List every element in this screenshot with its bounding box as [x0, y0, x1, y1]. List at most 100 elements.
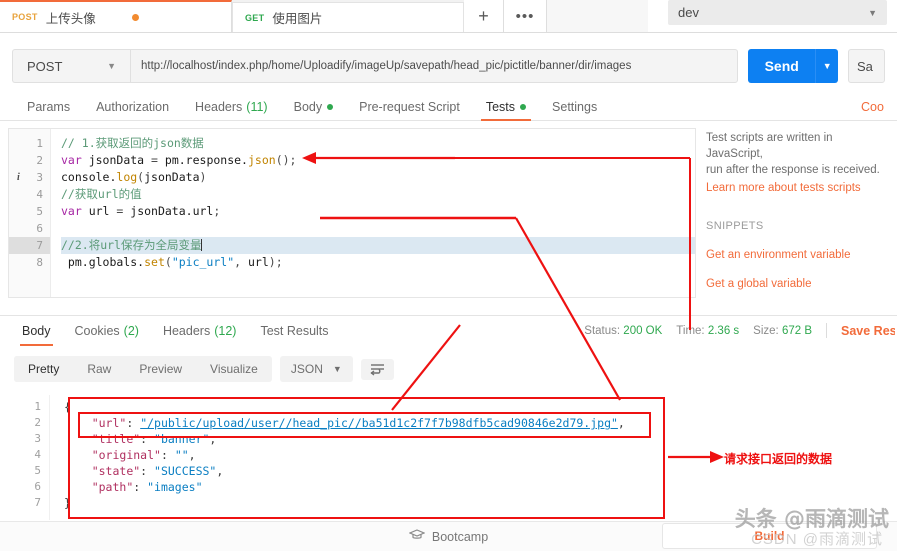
response-json-line: "title": "banner",: [91, 432, 217, 446]
editor-line-number: 5: [36, 205, 43, 218]
status-label-text: Status:: [584, 324, 621, 337]
editor-code-line: var url = jsonData.url;: [61, 204, 221, 218]
tests-code-editor[interactable]: 1 2 i3 4 5 6 7 8 // 1.获取返回的json数据 var jsonData =…: [8, 128, 696, 298]
editor-line-number: 1: [36, 137, 43, 150]
tab-label: Body: [293, 100, 323, 114]
time-label-text: Time:: [676, 324, 705, 337]
new-tab-icon[interactable]: +: [464, 0, 504, 32]
request-section-tabs: Params Authorization Headers (11) Body Pr…: [0, 94, 897, 121]
response-line-number: 6: [34, 480, 41, 493]
response-json-line: "path": "images": [91, 480, 203, 494]
editor-line-number: 6: [36, 222, 43, 235]
response-tab-body[interactable]: Body: [10, 316, 63, 346]
tab-authorization[interactable]: Authorization: [83, 94, 182, 120]
time-value: 2.36 s: [707, 324, 740, 337]
request-tab-use-image[interactable]: GET 使用图片: [232, 2, 464, 32]
view-mode-pretty[interactable]: Pretty: [14, 356, 74, 382]
view-mode-visualize[interactable]: Visualize: [196, 356, 272, 382]
tab-label: Headers: [162, 323, 211, 338]
snippet-get-environment-variable[interactable]: Get an environment variable: [706, 247, 891, 263]
tab-label: Pre-request Script: [359, 100, 460, 114]
tab-pre-request-script[interactable]: Pre-request Script: [346, 94, 473, 120]
tests-indicator-dot-icon: [520, 104, 527, 110]
response-tab-headers[interactable]: Headers (12): [151, 316, 248, 346]
chevron-down-icon: ▼: [868, 7, 877, 18]
editor-code-line: var jsonData = pm.response.json();: [61, 153, 297, 167]
url-bar: POST ▼ http://localhost/index.php/home/U…: [0, 40, 897, 92]
tab-label: Headers: [195, 100, 243, 114]
save-response-button[interactable]: Save Res: [841, 324, 895, 338]
environment-bar: dev ▼: [648, 0, 897, 33]
response-line-number: 2: [34, 416, 41, 429]
time-label: Time: 2.36 s: [676, 325, 739, 337]
http-method-select[interactable]: POST ▼: [12, 49, 130, 83]
tab-label: Params: [27, 100, 71, 114]
editor-line-number: 2: [36, 154, 43, 167]
learn-more-link[interactable]: Learn more about tests scripts: [706, 180, 891, 196]
tab-title: 上传头像: [45, 11, 96, 26]
response-line-number: 5: [34, 464, 41, 477]
editor-line-numbers: 1 2 i3 4 5 6 7 8: [9, 129, 51, 297]
url-input[interactable]: http://localhost/index.php/home/Uploadif…: [130, 49, 738, 83]
request-tab-strip: POST 上传头像 GET 使用图片 + •••: [0, 0, 648, 33]
editor-line-number: 4: [36, 188, 43, 201]
view-mode-raw[interactable]: Raw: [73, 356, 125, 382]
editor-line-number: i3: [17, 171, 43, 184]
response-line-number: 3: [34, 432, 41, 445]
response-line-number: 1: [34, 400, 41, 413]
response-line-number: 7: [34, 496, 41, 509]
view-mode-preview[interactable]: Preview: [125, 356, 196, 382]
text-caret: [201, 239, 203, 251]
tab-headers[interactable]: Headers (11): [182, 94, 281, 120]
chevron-down-icon: ▼: [107, 61, 116, 71]
request-tab-upload-avatar[interactable]: POST 上传头像: [0, 0, 232, 32]
headers-count: (11): [246, 100, 268, 114]
graduation-cap-icon: [408, 529, 426, 544]
tab-settings[interactable]: Settings: [539, 94, 610, 120]
tab-method-get: GET: [245, 12, 265, 23]
unsaved-dot-icon: [131, 13, 139, 21]
tab-params[interactable]: Params: [14, 94, 83, 120]
response-json-line: {: [64, 400, 71, 414]
annotation-callout-text: 请求接口返回的数据: [724, 452, 833, 466]
editor-code-area[interactable]: // 1.获取返回的json数据 var jsonData = pm.respon…: [51, 129, 695, 297]
response-meta: Status: 200 OK Time: 2.36 s Size: 672 B …: [584, 323, 897, 338]
snippets-description-line2: run after the response is received.: [706, 164, 880, 176]
size-label-text: Size:: [753, 324, 779, 337]
send-options-chevron-icon[interactable]: ▼: [815, 49, 838, 83]
response-tab-test-results[interactable]: Test Results: [248, 316, 340, 346]
environment-selector[interactable]: dev ▼: [668, 0, 887, 25]
response-url-link[interactable]: "/public/upload/user//head_pic//ba51d1c2…: [140, 416, 618, 430]
response-mode-group: Pretty Raw Preview Visualize: [14, 356, 272, 382]
response-tab-cookies[interactable]: Cookies (2): [63, 316, 151, 346]
save-button[interactable]: Sa: [847, 49, 885, 83]
bootcamp-button[interactable]: Bootcamp: [408, 529, 489, 544]
environment-name: dev: [678, 5, 699, 20]
response-json-line: "url": "/public/upload/user//head_pic//b…: [91, 416, 625, 430]
response-line-numbers: 1 2 3 4 5 6 7: [8, 395, 50, 520]
tab-label: Test Results: [260, 323, 329, 338]
info-icon: i: [17, 172, 20, 183]
tab-tests[interactable]: Tests: [473, 94, 539, 121]
bootcamp-label: Bootcamp: [431, 529, 489, 544]
editor-line-number: 7: [9, 237, 50, 254]
send-button[interactable]: Send: [748, 49, 816, 83]
response-format-value: JSON: [290, 362, 323, 376]
cookies-link[interactable]: Coo: [861, 94, 897, 120]
editor-code-line: // 1.获取返回的json数据: [61, 136, 204, 150]
body-indicator-dot-icon: [327, 104, 334, 110]
tab-label: Settings: [552, 100, 598, 114]
tab-body[interactable]: Body: [281, 94, 347, 120]
cookies-count: (2): [123, 323, 139, 338]
tab-label: Cookies: [74, 323, 120, 338]
chevron-down-icon: ▼: [332, 364, 342, 374]
snippet-get-global-variable[interactable]: Get a global variable: [706, 276, 891, 292]
response-format-select[interactable]: JSON ▼: [279, 356, 353, 382]
editor-code-line: //2.将url保存为全局变量: [61, 237, 695, 254]
tab-title: 使用图片: [272, 12, 323, 26]
wrap-lines-icon[interactable]: [360, 358, 394, 380]
watermark-secondary: CSDN @雨滴测试: [751, 531, 883, 548]
meta-divider: [826, 323, 827, 338]
editor-line-number: 8: [36, 256, 43, 269]
more-options-icon[interactable]: •••: [504, 0, 546, 32]
